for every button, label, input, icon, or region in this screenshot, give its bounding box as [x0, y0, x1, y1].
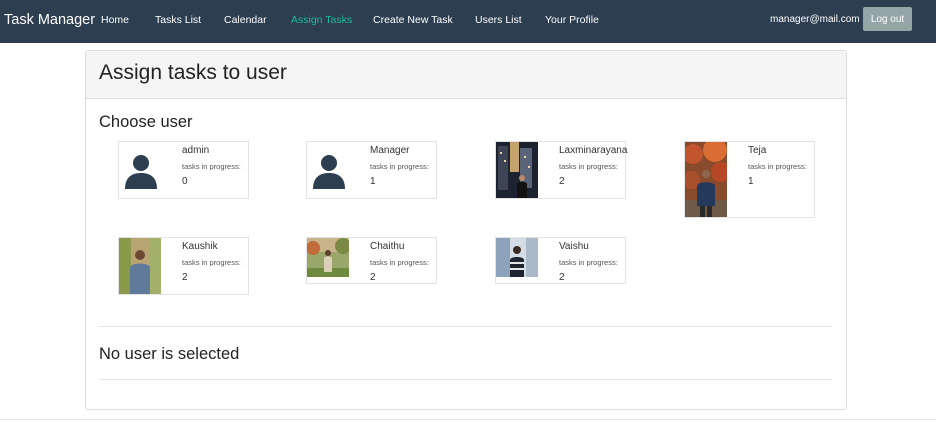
tasks-count: 2 — [559, 272, 565, 283]
user-card-laxminarayana[interactable]: Laxminarayana tasks in progress: 2 — [495, 141, 628, 199]
panel-header: Assign tasks to user — [86, 51, 846, 99]
user-card-vaishu[interactable]: Vaishu tasks in progress: 2 — [495, 237, 626, 284]
tasks-count: 1 — [748, 176, 754, 187]
tasks-count: 2 — [370, 272, 376, 283]
tasks-label: tasks in progress: — [182, 258, 241, 267]
user-photo — [496, 238, 538, 277]
user-card-admin[interactable]: admin tasks in progress: 0 — [118, 141, 249, 199]
default-user-icon — [119, 142, 161, 198]
selection-status: No user is selected — [99, 345, 240, 363]
user-card-manager[interactable]: Manager tasks in progress: 1 — [306, 141, 437, 199]
user-name: Vaishu — [559, 241, 589, 252]
nav-create-new-task[interactable]: Create New Task — [373, 14, 453, 26]
user-photo — [496, 142, 538, 198]
divider — [99, 326, 832, 327]
user-card-teja[interactable]: Teja tasks in progress: 1 — [684, 141, 815, 218]
user-email: manager@mail.com — [770, 14, 860, 25]
tasks-label: tasks in progress: — [748, 162, 807, 171]
page-footer-line — [0, 419, 936, 420]
user-name: Chaithu — [370, 241, 405, 252]
tasks-count: 0 — [182, 176, 188, 187]
brand-title[interactable]: Task Manager — [4, 12, 95, 28]
divider — [99, 379, 832, 380]
tasks-count: 1 — [370, 176, 376, 187]
choose-user-heading: Choose user — [99, 113, 193, 131]
tasks-label: tasks in progress: — [182, 162, 241, 171]
nav-tasks-list[interactable]: Tasks List — [155, 14, 201, 26]
user-name: Teja — [748, 145, 767, 156]
user-photo — [307, 238, 349, 277]
user-name: admin — [182, 145, 210, 156]
user-photo — [119, 238, 161, 294]
tasks-label: tasks in progress: — [370, 258, 429, 267]
page-title: Assign tasks to user — [99, 61, 287, 84]
user-name: Laxminarayana — [559, 145, 628, 156]
user-card-kaushik[interactable]: Kaushik tasks in progress: 2 — [118, 237, 249, 295]
top-navbar: Task Manager Home Tasks List Calendar As… — [0, 0, 936, 43]
assign-tasks-panel: Assign tasks to user Choose user admin t… — [85, 50, 847, 410]
tasks-label: tasks in progress: — [559, 258, 618, 267]
nav-your-profile[interactable]: Your Profile — [545, 14, 599, 26]
default-user-icon — [307, 142, 349, 198]
tasks-label: tasks in progress: — [559, 162, 618, 171]
user-card-chaithu[interactable]: Chaithu tasks in progress: 2 — [306, 237, 437, 284]
user-name: Kaushik — [182, 241, 218, 252]
nav-users-list[interactable]: Users List — [475, 14, 522, 26]
user-photo — [685, 142, 727, 217]
tasks-count: 2 — [182, 272, 188, 283]
nav-calendar[interactable]: Calendar — [224, 14, 267, 26]
nav-home[interactable]: Home — [101, 14, 129, 26]
tasks-label: tasks in progress: — [370, 162, 429, 171]
tasks-count: 2 — [559, 176, 565, 187]
user-name: Manager — [370, 145, 410, 156]
logout-button[interactable]: Log out — [863, 7, 912, 31]
nav-assign-tasks[interactable]: Assign Tasks — [291, 14, 352, 26]
